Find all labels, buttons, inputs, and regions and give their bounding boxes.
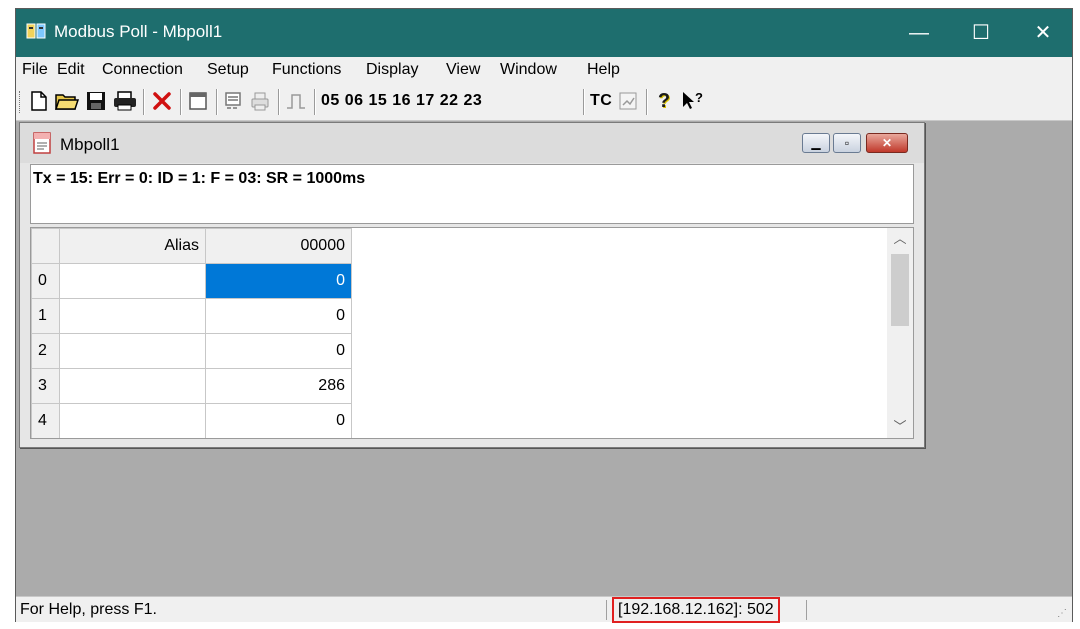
menu-help[interactable]: Help xyxy=(587,61,620,79)
toolbar-separator xyxy=(646,89,648,115)
status-bar: For Help, press F1. [192.168.12.162]: 50… xyxy=(16,596,1072,623)
menu-view[interactable]: View xyxy=(446,61,480,79)
open-folder-icon[interactable] xyxy=(54,89,80,113)
maximize-button[interactable]: ☐ xyxy=(950,9,1012,57)
main-window: Modbus Poll - Mbpoll1 — ☐ ✕ File Edit Co… xyxy=(15,8,1073,623)
header-row: Alias 00000 xyxy=(31,228,352,264)
address-column-header[interactable]: 00000 xyxy=(205,228,352,264)
status-divider xyxy=(806,600,807,620)
row-header[interactable]: 1 xyxy=(31,298,60,334)
menu-window[interactable]: Window xyxy=(500,61,557,79)
table-row: 3 286 xyxy=(31,368,352,404)
menu-functions[interactable]: Functions xyxy=(272,61,341,79)
row-header[interactable]: 3 xyxy=(31,368,60,404)
title-bar[interactable]: Modbus Poll - Mbpoll1 — ☐ ✕ xyxy=(16,9,1072,57)
print-icon[interactable] xyxy=(112,89,138,113)
alias-column-header[interactable]: Alias xyxy=(59,228,206,264)
child-window-title: Mbpoll1 xyxy=(60,135,120,154)
toolbar-separator xyxy=(180,89,182,115)
scroll-up-icon[interactable]: ︿ xyxy=(887,228,913,250)
window-title: Modbus Poll - Mbpoll1 xyxy=(54,22,223,41)
table-row: 0 0 xyxy=(31,263,352,299)
close-button[interactable]: ✕ xyxy=(1012,9,1074,57)
alias-cell[interactable] xyxy=(59,368,206,404)
toolbar-separator xyxy=(278,89,280,115)
mbpoll-child-window: Mbpoll1 ▁ ▫ ✕ Tx = 15: Err = 0: ID = 1: … xyxy=(19,122,925,448)
menu-file[interactable]: File xyxy=(22,61,48,79)
pulse-icon[interactable] xyxy=(284,89,308,113)
scroll-down-icon[interactable]: ﹀ xyxy=(887,416,913,438)
menu-connection[interactable]: Connection xyxy=(102,61,183,79)
menu-bar: File Edit Connection Setup Functions Dis… xyxy=(16,57,1072,83)
value-cell[interactable]: 0 xyxy=(205,333,352,369)
toolbar-grip[interactable] xyxy=(19,91,23,113)
poll-status-line: Tx = 15: Err = 0: ID = 1: F = 03: SR = 1… xyxy=(30,164,914,224)
poll-status-text: Tx = 15: Err = 0: ID = 1: F = 03: SR = 1… xyxy=(33,170,366,187)
status-divider xyxy=(606,600,607,620)
value-cell[interactable]: 0 xyxy=(205,263,352,299)
document-icon xyxy=(33,132,51,154)
vertical-scrollbar[interactable]: ︿ ﹀ xyxy=(887,228,913,438)
help-hint: For Help, press F1. xyxy=(20,601,157,618)
read-write-icon[interactable] xyxy=(222,89,246,113)
connection-address: [192.168.12.162]: 502 xyxy=(612,597,780,623)
row-header[interactable]: 4 xyxy=(31,403,60,438)
row-header[interactable]: 2 xyxy=(31,333,60,369)
window-icon[interactable] xyxy=(186,89,210,113)
value-cell[interactable]: 0 xyxy=(205,298,352,334)
alias-cell[interactable] xyxy=(59,333,206,369)
table-row: 2 0 xyxy=(31,333,352,369)
register-table: Alias 00000 0 0 1 0 2 0 3 286 4 0 xyxy=(31,228,352,438)
new-file-icon[interactable] xyxy=(28,89,50,113)
menu-edit[interactable]: Edit xyxy=(57,61,85,79)
help-icon[interactable]: ? xyxy=(653,89,675,113)
row-header[interactable]: 0 xyxy=(31,263,60,299)
delete-icon[interactable] xyxy=(150,89,174,113)
toolbar-separator xyxy=(216,89,218,115)
svg-text:?: ? xyxy=(695,91,703,105)
child-title-bar[interactable]: Mbpoll1 ▁ ▫ ✕ xyxy=(20,123,924,163)
register-grid[interactable]: Alias 00000 0 0 1 0 2 0 3 286 4 0 ︿ ﹀ xyxy=(30,227,914,439)
toolbar: 05 06 15 16 17 22 23 TC ? ? xyxy=(16,83,1072,121)
menu-display[interactable]: Display xyxy=(366,61,418,79)
size-grip-icon[interactable]: ⋰ xyxy=(1057,608,1069,620)
toolbar-separator xyxy=(583,89,585,115)
alias-cell[interactable] xyxy=(59,263,206,299)
scroll-thumb[interactable] xyxy=(891,254,909,326)
table-row: 4 0 xyxy=(31,403,352,438)
value-cell[interactable]: 286 xyxy=(205,368,352,404)
function-codes[interactable]: 05 06 15 16 17 22 23 xyxy=(321,89,482,113)
print-preview-icon[interactable] xyxy=(248,89,272,113)
modbus-poll-icon xyxy=(26,23,46,39)
save-icon[interactable] xyxy=(84,89,108,113)
child-close-button[interactable]: ✕ xyxy=(866,133,908,153)
test-center-icon[interactable] xyxy=(616,89,640,113)
toolbar-separator xyxy=(314,89,316,115)
value-cell[interactable]: 0 xyxy=(205,403,352,438)
child-restore-button[interactable]: ▫ xyxy=(833,133,861,153)
alias-cell[interactable] xyxy=(59,403,206,438)
menu-setup[interactable]: Setup xyxy=(207,61,249,79)
table-row: 1 0 xyxy=(31,298,352,334)
grid-corner[interactable] xyxy=(31,228,60,264)
minimize-button[interactable]: — xyxy=(888,9,950,57)
child-minimize-button[interactable]: ▁ xyxy=(802,133,830,153)
alias-cell[interactable] xyxy=(59,298,206,334)
test-center-button[interactable]: TC xyxy=(590,89,612,113)
context-help-icon[interactable]: ? xyxy=(680,89,706,113)
toolbar-separator xyxy=(143,89,145,115)
